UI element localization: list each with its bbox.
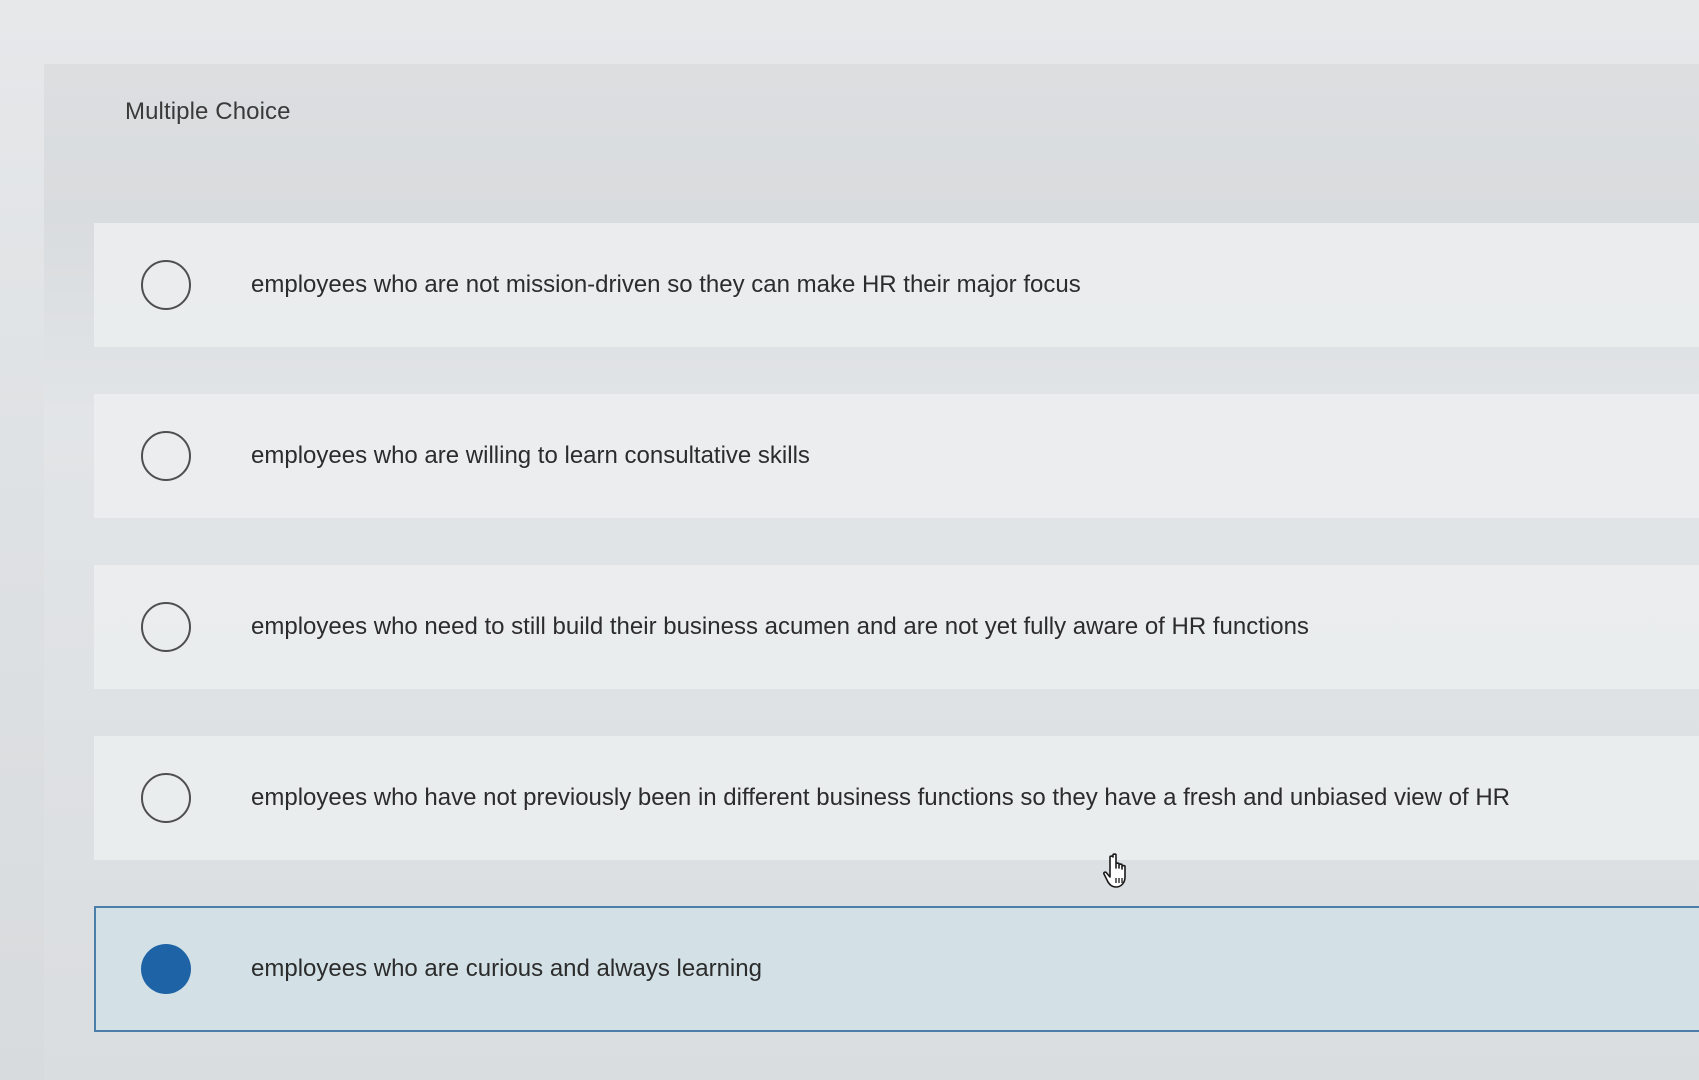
choice-option-4[interactable]: employees who have not previously been i… (94, 736, 1699, 860)
choice-label: employees who are not mission-driven so … (251, 271, 1081, 298)
radio-button-unselected-icon[interactable] (141, 602, 191, 652)
choice-option-1[interactable]: employees who are not mission-driven so … (94, 223, 1699, 347)
choice-option-3[interactable]: employees who need to still build their … (94, 565, 1699, 689)
choice-option-5-selected[interactable]: employees who are curious and always lea… (94, 906, 1699, 1032)
radio-button-unselected-icon[interactable] (141, 431, 191, 481)
hand-pointer-icon (1103, 853, 1126, 888)
radio-button-selected-icon[interactable] (141, 944, 191, 994)
radio-button-unselected-icon[interactable] (141, 773, 191, 823)
question-type-label: Multiple Choice (125, 98, 291, 125)
choice-label: employees who are curious and always lea… (251, 955, 762, 982)
choice-label: employees who need to still build their … (251, 613, 1309, 640)
radio-button-unselected-icon[interactable] (141, 260, 191, 310)
choice-list: employees who are not mission-driven so … (94, 223, 1699, 1079)
choice-label: employees who are willing to learn consu… (251, 442, 810, 469)
choice-label: employees who have not previously been i… (251, 784, 1510, 811)
choice-option-2[interactable]: employees who are willing to learn consu… (94, 394, 1699, 518)
